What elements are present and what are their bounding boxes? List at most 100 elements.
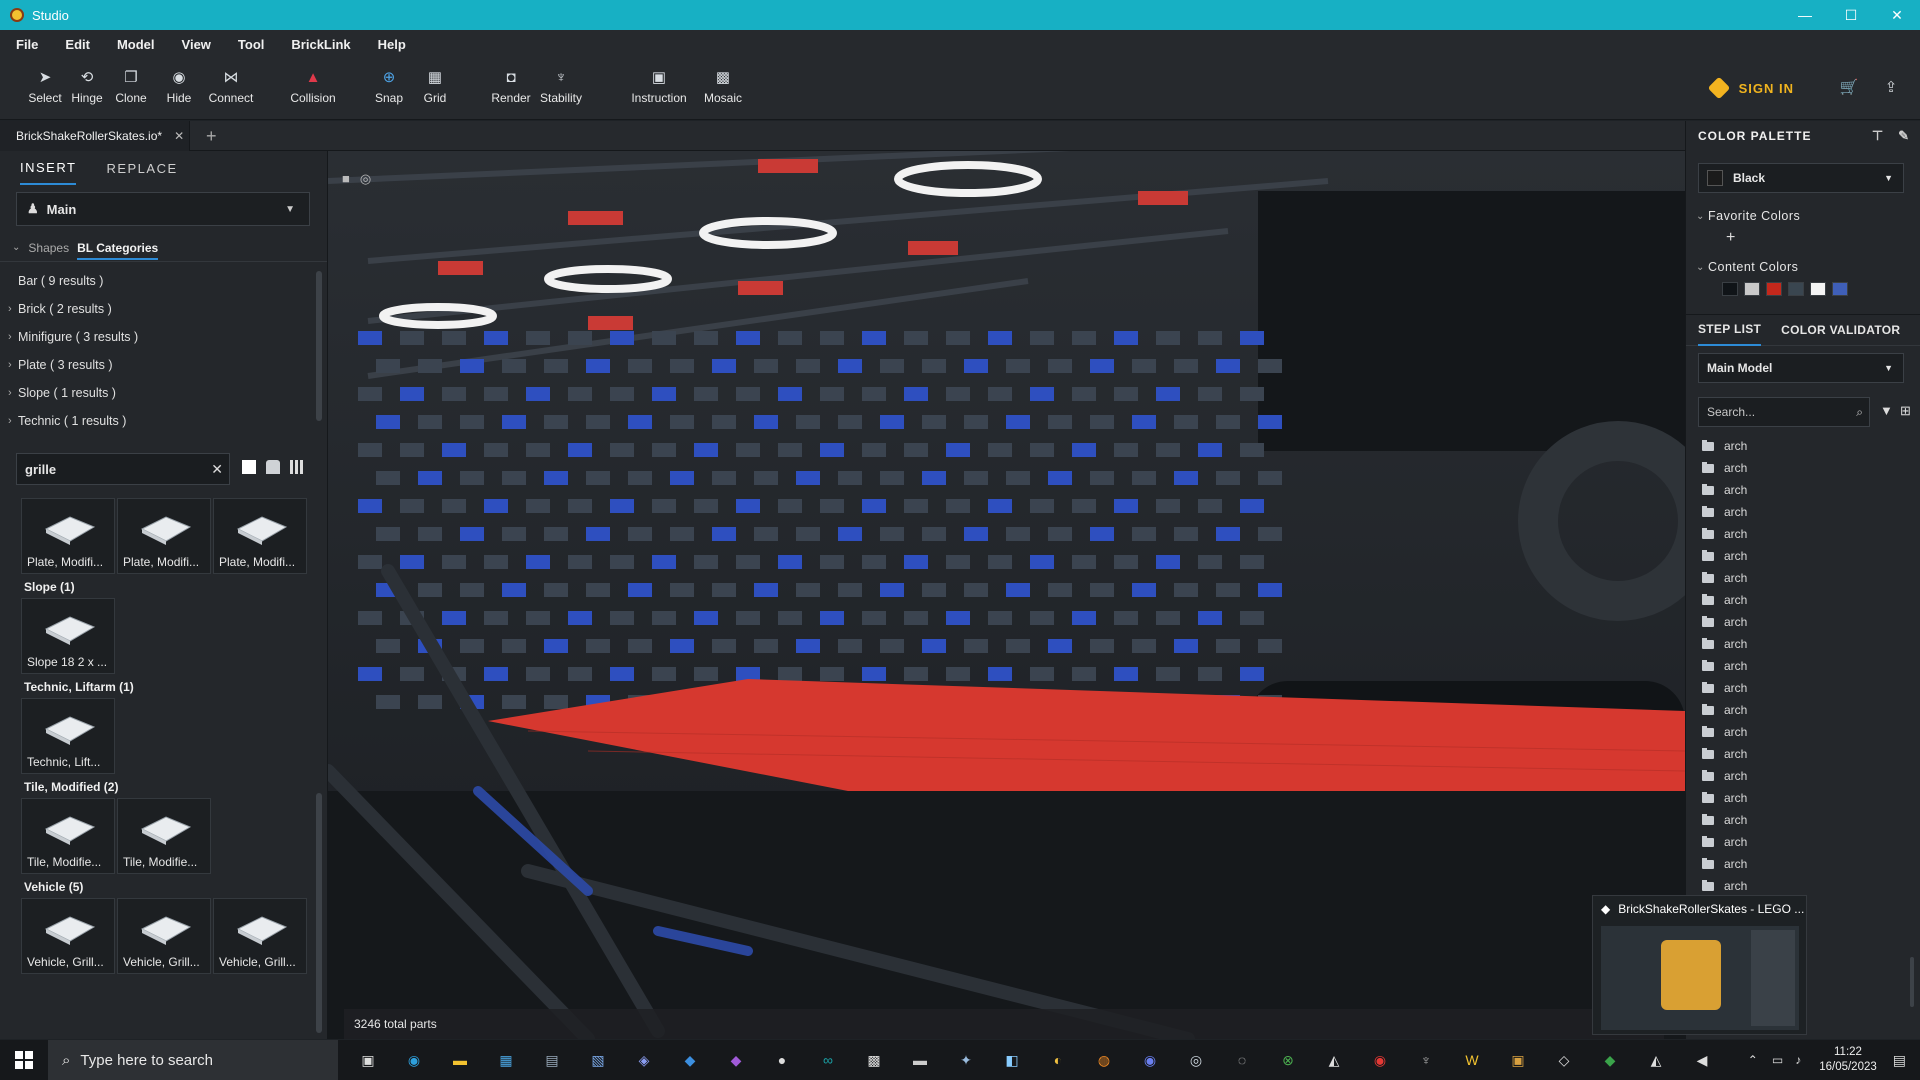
orbit-icon[interactable]: ◎ [360,171,371,187]
tray-chevron-icon[interactable]: ⌃ [1748,1053,1758,1067]
step-item[interactable]: arch [1686,853,1920,875]
menu-model[interactable]: Model [101,37,166,52]
unity-icon[interactable]: ◭ [1316,1042,1352,1078]
taskbar-preview[interactable]: ◆ BrickShakeRollerSkates - LEGO ... [1592,895,1807,1035]
warcraft-icon[interactable]: W [1454,1042,1490,1078]
tab-step-list[interactable]: STEP LIST [1698,314,1762,346]
clear-search-icon[interactable]: ✕ [211,461,223,478]
menu-view[interactable]: View [166,37,222,52]
part-card[interactable]: Slope 18 2 x ... [21,598,115,674]
arduino-icon[interactable]: ∞ [810,1042,846,1078]
step-item[interactable]: arch [1686,545,1920,567]
add-tab-button[interactable]: + [206,126,217,147]
blender-icon[interactable]: ◍ [1086,1042,1122,1078]
edge-icon[interactable]: ◉ [396,1042,432,1078]
app-icon[interactable]: ▧ [580,1042,616,1078]
volume-icon[interactable]: ♪ [1795,1053,1801,1067]
step-item[interactable]: arch [1686,677,1920,699]
color-swatch[interactable] [1722,282,1738,296]
step-item[interactable]: arch [1686,743,1920,765]
step-item[interactable]: arch [1686,721,1920,743]
view-grid-icon[interactable] [290,460,304,474]
menu-bricklink[interactable]: BrickLink [275,37,361,52]
camera-icon[interactable]: ■ [342,171,350,187]
tool-grid-button[interactable]: ▦ Grid [404,68,466,105]
chevron-down-icon[interactable]: ⌄ [12,242,20,253]
file-explorer-icon[interactable]: ▬ [442,1042,478,1078]
category-item[interactable]: Bar ( 9 results ) [0,267,318,295]
minimize-button[interactable]: — [1782,0,1828,30]
upload-icon[interactable]: ⇪ [1878,78,1904,100]
network-icon[interactable]: ▭ [1772,1053,1783,1067]
step-item[interactable]: arch [1686,611,1920,633]
unity-hub-icon[interactable]: ◭ [1638,1042,1674,1078]
menu-tool[interactable]: Tool [222,37,275,52]
notifications-icon[interactable]: ▤ [1893,1052,1906,1069]
terminal-icon[interactable]: ▬ [902,1042,938,1078]
python-icon[interactable]: ◐ [1040,1042,1076,1078]
content-colors-section[interactable]: ⌄ Content Colors [1686,260,1920,274]
app-icon[interactable]: ▤ [534,1042,570,1078]
vscode-icon[interactable]: ◆ [672,1042,708,1078]
close-tab-icon[interactable]: ✕ [174,129,184,143]
color-swatch[interactable] [1810,282,1826,296]
step-item[interactable]: arch [1686,831,1920,853]
category-item[interactable]: › Brick ( 2 results ) [0,295,318,323]
color-swatch[interactable] [1766,282,1782,296]
results-scrollbar[interactable] [316,793,322,1033]
step-item[interactable]: arch [1686,457,1920,479]
palette-dropdown[interactable]: ♟ Main ▼ [16,192,310,226]
github-icon[interactable]: ● [764,1042,800,1078]
studio-icon[interactable]: ◆ [1592,1042,1628,1078]
color-swatch[interactable] [1744,282,1760,296]
filter-shapes[interactable]: Shapes [28,241,69,255]
cart-icon[interactable]: 🛒 [1836,78,1862,100]
step-item[interactable]: arch [1686,809,1920,831]
task-view-icon[interactable]: ▣ [350,1042,386,1078]
link-icon[interactable]: ⊞ [1900,403,1911,419]
step-item[interactable]: arch [1686,699,1920,721]
part-card[interactable]: Plate, Modifi... [117,498,211,574]
step-item[interactable]: arch [1686,655,1920,677]
sign-in-button[interactable]: SIGN IN [1707,76,1794,100]
part-search-input[interactable]: grille ✕ [16,453,230,485]
visual-studio-icon[interactable]: ◆ [718,1042,754,1078]
paint-roller-icon[interactable]: ⊤ [1872,128,1884,143]
color-swatch[interactable] [1788,282,1804,296]
tab-replace[interactable]: REPLACE [106,153,177,184]
menu-file[interactable]: File [0,37,49,52]
menu-edit[interactable]: Edit [49,37,101,52]
category-item[interactable]: › Minifigure ( 3 results ) [0,323,318,351]
model-dropdown[interactable]: Main Model ▼ [1698,353,1904,383]
xbox-icon[interactable]: ⊗ [1270,1042,1306,1078]
close-button[interactable]: ✕ [1874,0,1920,30]
view-brick-icon[interactable] [266,460,280,474]
add-favorite-icon[interactable]: + [1726,229,1735,247]
step-item[interactable]: arch [1686,501,1920,523]
step-item[interactable]: arch [1686,875,1920,897]
category-scrollbar[interactable] [316,271,322,421]
step-item[interactable]: arch [1686,523,1920,545]
part-card[interactable]: Vehicle, Grill... [213,898,307,974]
favorite-colors-section[interactable]: ⌄ Favorite Colors [1686,209,1920,223]
part-card[interactable]: Vehicle, Grill... [21,898,115,974]
steam-icon[interactable]: ◎ [1178,1042,1214,1078]
part-card[interactable]: Plate, Modifi... [213,498,307,574]
tab-insert[interactable]: INSERT [20,152,77,185]
store-icon[interactable]: ▦ [488,1042,524,1078]
app-icon[interactable]: ◀ [1684,1042,1720,1078]
step-item[interactable]: arch [1686,589,1920,611]
discord-icon[interactable]: ◉ [1132,1042,1168,1078]
start-button[interactable] [0,1040,48,1080]
tool-collision-button[interactable]: ▲ Collision [282,68,344,105]
part-card[interactable]: Vehicle, Grill... [117,898,211,974]
category-item[interactable]: › Slope ( 1 results ) [0,379,318,407]
tool-mosaic-button[interactable]: ▩ Mosaic [692,68,754,105]
tool-instruction-button[interactable]: ▣ Instruction [628,68,690,105]
view-large-icon[interactable] [242,460,256,474]
app-icon[interactable]: ◉ [1362,1042,1398,1078]
filter-icon[interactable]: ▼ [1880,403,1893,418]
app-icon[interactable]: ✦ [948,1042,984,1078]
category-item[interactable]: › Technic ( 1 results ) [0,407,318,435]
clock[interactable]: 11:22 16/05/2023 [1819,1045,1877,1075]
